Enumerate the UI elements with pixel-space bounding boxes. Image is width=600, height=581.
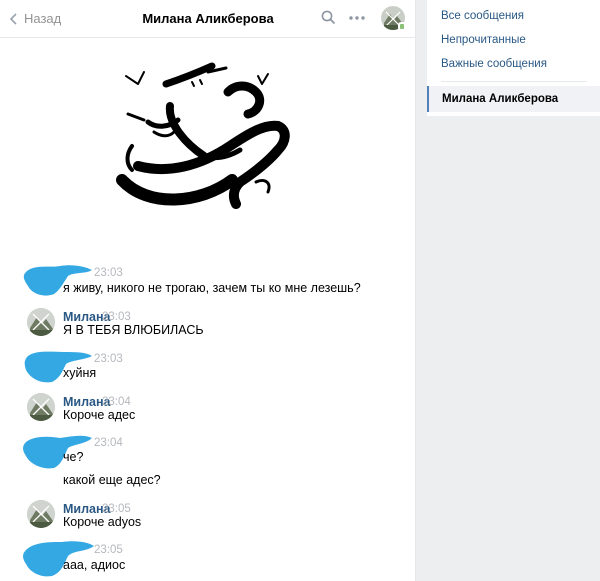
sidebar-item-unread[interactable]: Непрочитанные: [441, 34, 526, 46]
chevron-left-icon: [10, 12, 17, 25]
message-time: 23:05: [94, 544, 123, 556]
message-time: 23:04: [94, 437, 123, 449]
message-text: че?: [63, 450, 84, 464]
sidebar-item-all[interactable]: Все сообщения: [441, 10, 524, 22]
chat-header: Назад Милана Аликберова: [0, 0, 415, 38]
message-text: Я В ТЕБЯ ВЛЮБИЛАСЬ: [63, 323, 204, 337]
sidebar-menu: Все сообщения Непрочитанные Важные сообщ…: [427, 0, 600, 116]
message-time: 23:03: [94, 267, 123, 279]
message-text: ааа, адиос: [63, 558, 126, 572]
message-time: 23:05: [102, 503, 131, 515]
sidebar-divider: [441, 81, 587, 82]
sidebar-item-active-chat[interactable]: Милана Аликберова: [427, 86, 600, 112]
message-time: 23:03: [94, 353, 123, 365]
calligraphy-image: [116, 62, 290, 209]
sender-avatar[interactable]: [27, 393, 55, 421]
redacted-sender[interactable]: [20, 432, 96, 470]
sidebar-active-label: Милана Аликберова: [442, 93, 559, 105]
back-button[interactable]: Назад: [10, 11, 61, 26]
message-time: 23:03: [102, 311, 131, 323]
message-text: я живу, никого не трогаю, зачем ты ко мн…: [63, 281, 361, 295]
message-time: 23:04: [102, 396, 131, 408]
chat-title[interactable]: Милана Аликберова: [142, 11, 273, 26]
message-text-2: какой еще адес?: [63, 473, 161, 487]
chat-panel: Назад Милана Аликберова 23:03 я живу, ни…: [0, 0, 416, 581]
message-text: Короче adyos: [63, 515, 142, 529]
sender-avatar[interactable]: [27, 308, 55, 336]
message-text: хуйня: [63, 366, 97, 380]
sender-avatar[interactable]: [27, 500, 55, 528]
more-icon[interactable]: [349, 16, 365, 20]
message-text: Короче адес: [63, 408, 136, 422]
search-icon[interactable]: [321, 10, 336, 25]
online-indicator: [398, 22, 406, 31]
back-label: Назад: [24, 11, 62, 26]
sidebar-item-important[interactable]: Важные сообщения: [441, 58, 547, 70]
